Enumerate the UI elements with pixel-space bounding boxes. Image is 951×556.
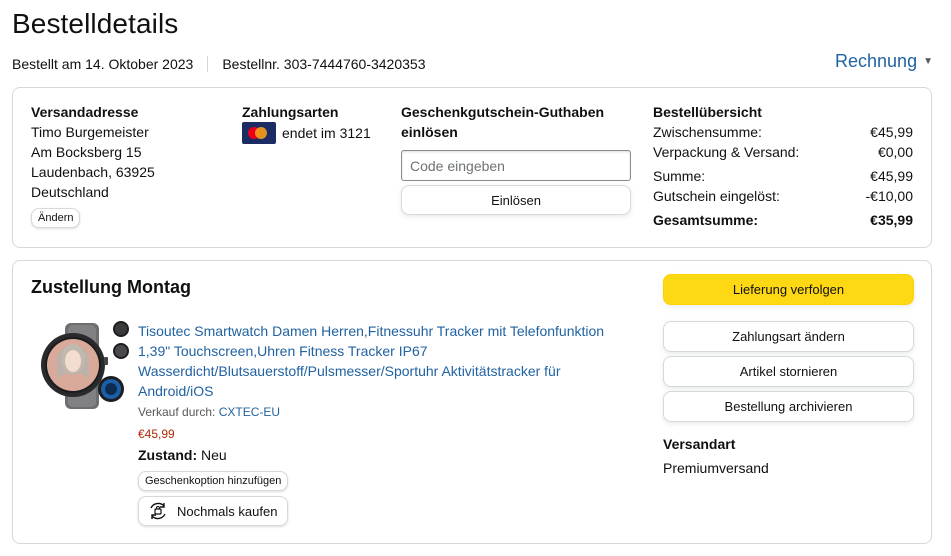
summary-label: Verpackung & Versand: [653,144,800,160]
order-number: Bestellnr. 303-7444760-3420353 [222,56,426,72]
address-country: Deutschland [31,184,109,200]
summary-value: €45,99 [870,124,913,140]
summary-label: Zwischensumme: [653,124,762,140]
buy-again-icon [150,502,166,520]
order-summary: Bestellübersicht Zwischensumme: €45,99 V… [653,102,913,230]
delivery-title: Zustellung Montag [31,277,191,297]
order-meta: Bestellt am 14. Oktober 2023 Bestellnr. … [12,56,426,72]
gift-card-title: Geschenkgutschein-Guthaben einlösen [401,104,605,140]
order-info-box: Versandadresse Timo Burgemeister Am Bock… [12,87,932,248]
shipment-box: Zustellung Montag Tisoutec Smartwatch Da… [12,260,932,544]
seller-link[interactable]: CXTEC-EU [219,405,280,419]
seller-prefix: Verkauf durch: [138,405,216,419]
summary-row-shipping: Verpackung & Versand: €0,00 [653,142,913,162]
summary-title: Bestellübersicht [653,104,762,120]
track-package-button[interactable]: Lieferung verfolgen [663,274,914,305]
seller-line: Verkauf durch: CXTEC-EU [138,404,628,420]
summary-value: -€10,00 [865,188,913,204]
divider [207,56,209,72]
product-price: €45,99 [138,427,175,441]
change-address-button[interactable]: Ändern [31,208,81,228]
gift-code-input[interactable] [401,150,631,181]
product-image[interactable] [35,319,131,413]
buy-again-label: Nochmals kaufen [177,503,278,519]
shipping-address-title: Versandadresse [31,104,139,120]
product-title-link[interactable]: Tisoutec Smartwatch Damen Herren,Fitness… [138,321,628,401]
cancel-items-button[interactable]: Artikel stornieren [663,356,914,387]
redeem-button[interactable]: Einlösen [401,185,631,215]
summary-row-voucher: Gutschein eingelöst: -€10,00 [653,186,913,206]
chevron-down-icon: ▼ [923,56,933,67]
invoice-dropdown[interactable]: Rechnung ▼ [835,51,933,72]
address-city: Laudenbach, 63925 [31,164,155,180]
summary-row-sum: Summe: €45,99 [653,166,913,186]
summary-value: €45,99 [870,168,913,184]
add-gift-option-button[interactable]: Geschenkoption hinzufügen [138,471,289,491]
gift-card-redeem: Geschenkgutschein-Guthaben einlösen Einl… [401,102,633,215]
address-street: Am Bocksberg 15 [31,144,142,160]
total-label: Gesamtsumme: [653,212,759,228]
summary-label: Summe: [653,168,706,184]
summary-label: Gutschein eingelöst: [653,188,780,204]
total-value: €35,99 [870,212,913,228]
product-info: Tisoutec Smartwatch Damen Herren,Fitness… [138,321,628,526]
change-payment-button[interactable]: Zahlungsart ändern [663,321,914,352]
order-date: Bestellt am 14. Oktober 2023 [12,56,194,72]
condition-label: Zustand: [138,447,198,463]
condition-value: Neu [201,447,227,463]
payment-methods: Zahlungsarten endet im 3121 [242,102,371,144]
shipment-actions: Lieferung verfolgen Zahlungsart ändern A… [663,274,914,478]
shipping-method-title: Versandart [663,436,736,452]
shipping-method: Premiumversand [663,460,769,476]
page-title: Bestelldetails [12,8,179,39]
summary-row-total: Gesamtsumme: €35,99 [653,210,913,230]
invoice-label: Rechnung [835,51,918,71]
mastercard-icon [242,122,276,144]
summary-value: €0,00 [877,144,913,160]
payment-card: endet im 3121 [242,122,371,144]
product-condition: Zustand: Neu [138,445,628,465]
buy-again-button[interactable]: Nochmals kaufen [138,496,289,526]
card-ending: endet im 3121 [282,125,371,141]
payment-title: Zahlungsarten [242,104,339,120]
address-name: Timo Burgemeister [31,124,149,140]
shipping-address: Versandadresse Timo Burgemeister Am Bock… [31,102,155,228]
archive-order-button[interactable]: Bestellung archivieren [663,391,914,422]
summary-row-subtotal: Zwischensumme: €45,99 [653,122,913,142]
